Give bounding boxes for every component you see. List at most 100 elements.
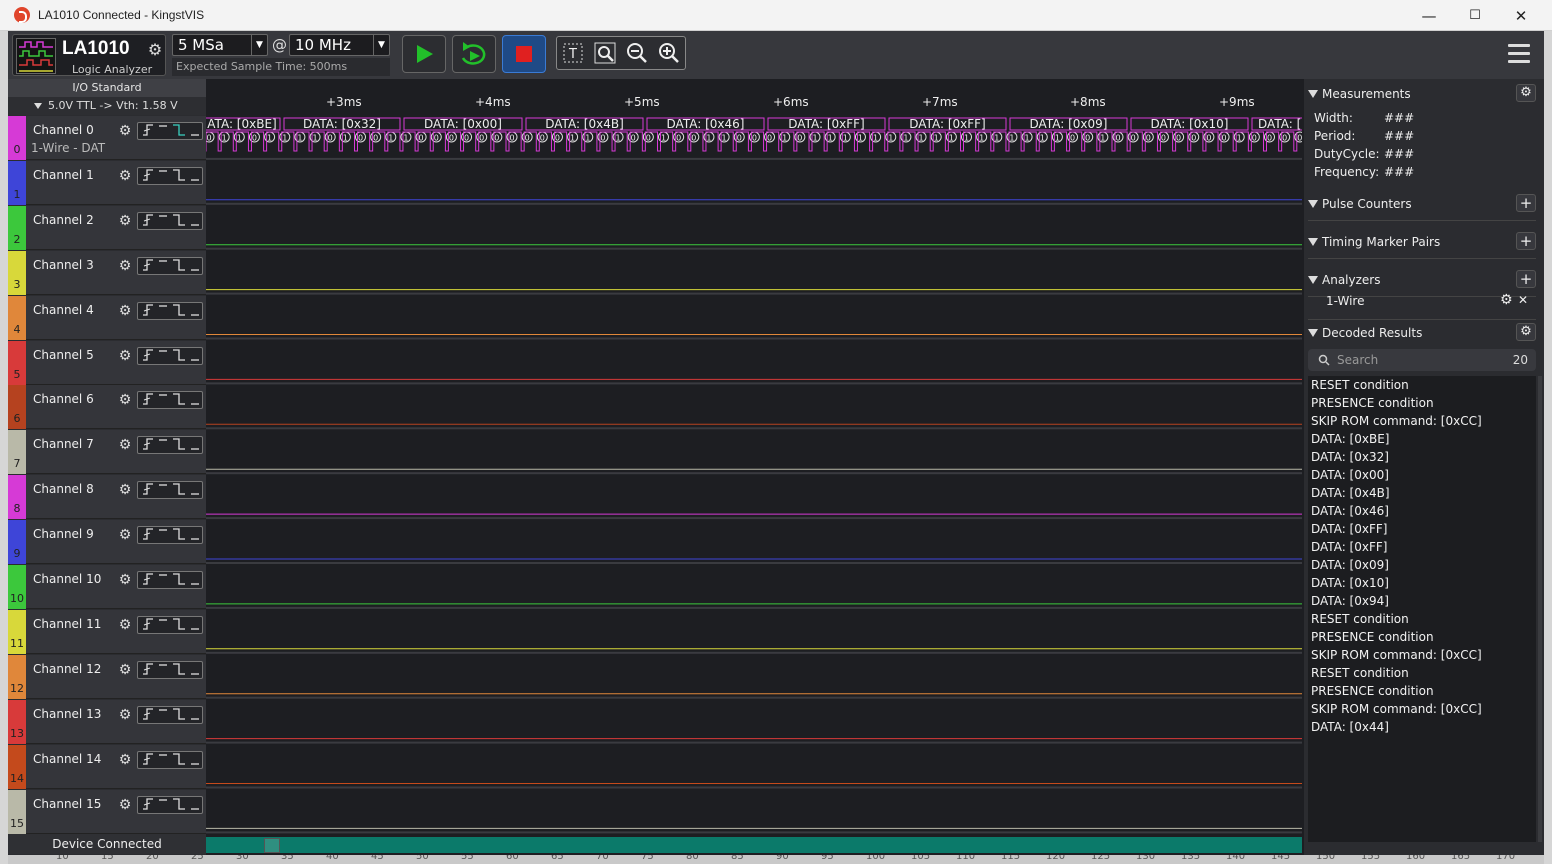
collapse-icon[interactable]: [1308, 238, 1318, 246]
decoded-result-item[interactable]: DATA: [0xFF]: [1311, 540, 1387, 554]
results-scrollbar[interactable]: [1538, 376, 1542, 842]
channel-name[interactable]: Channel 12: [33, 662, 101, 676]
sample-rate-select[interactable]: 10 MHz ▼: [289, 34, 390, 56]
trigger-select[interactable]: [137, 526, 203, 545]
channel-gear-icon[interactable]: ⚙: [116, 571, 134, 589]
channel-gear-icon[interactable]: ⚙: [116, 122, 134, 140]
channel-gear-icon[interactable]: ⚙: [116, 391, 134, 409]
channel-row[interactable]: 5 Channel 5 ⚙: [8, 340, 206, 385]
sample-depth-select[interactable]: 5 MSa ▼: [172, 34, 268, 56]
channel-name[interactable]: Channel 3: [33, 258, 94, 272]
channel-name[interactable]: Channel 5: [33, 348, 94, 362]
menu-icon[interactable]: [1508, 44, 1530, 66]
channel-row[interactable]: 10 Channel 10 ⚙: [8, 565, 206, 609]
trigger-select[interactable]: [137, 166, 203, 185]
vth-setting[interactable]: 5.0V TTL -> Vth: 1.58 V: [8, 97, 206, 115]
decoded-result-item[interactable]: DATA: [0xFF]: [1311, 522, 1387, 536]
pulse-counters-title[interactable]: Pulse Counters: [1322, 197, 1412, 211]
channel-name[interactable]: Channel 7: [33, 437, 94, 451]
device-gear-icon[interactable]: ⚙: [146, 41, 164, 59]
decoded-result-item[interactable]: PRESENCE condition: [1311, 630, 1434, 644]
close-button[interactable]: ✕: [1498, 0, 1544, 31]
timeline-scrollbar[interactable]: [206, 835, 1302, 855]
add-pulse-counter-button[interactable]: +: [1516, 194, 1536, 212]
decoded-result-item[interactable]: RESET condition: [1311, 378, 1409, 392]
channel-gear-icon[interactable]: ⚙: [116, 526, 134, 544]
decoded-result-item[interactable]: DATA: [0x46]: [1311, 504, 1389, 518]
scrollbar-thumb[interactable]: [264, 838, 280, 853]
decoded-results-gear-icon[interactable]: ⚙: [1516, 323, 1536, 341]
measurements-gear-icon[interactable]: ⚙: [1516, 84, 1536, 102]
channel-name[interactable]: Channel 8: [33, 482, 94, 496]
decoded-result-item[interactable]: DATA: [0x32]: [1311, 450, 1389, 464]
decoded-results-list[interactable]: RESET condition PRESENCE condition SKIP RO…: [1308, 376, 1536, 842]
trigger-select[interactable]: [137, 795, 203, 814]
channel-row[interactable]: 1 Channel 1 ⚙: [8, 160, 206, 205]
collapse-icon[interactable]: [1308, 90, 1318, 98]
decoded-result-item[interactable]: PRESENCE condition: [1311, 396, 1434, 410]
channel-name[interactable]: Channel 15: [33, 797, 101, 811]
analyzer-close-icon[interactable]: ✕: [1518, 293, 1528, 307]
collapse-icon[interactable]: [1308, 200, 1318, 208]
trigger-select[interactable]: [137, 481, 203, 500]
channel-name[interactable]: Channel 0: [33, 123, 94, 137]
measurements-title[interactable]: Measurements: [1322, 87, 1411, 101]
analyzer-gear-icon[interactable]: ⚙: [1500, 292, 1513, 308]
channel-gear-icon[interactable]: ⚙: [116, 751, 134, 769]
decoded-result-item[interactable]: DATA: [0x44]: [1311, 720, 1389, 734]
minimize-button[interactable]: —: [1406, 0, 1452, 31]
trigger-select[interactable]: [137, 256, 203, 275]
decoded-result-item[interactable]: DATA: [0x09]: [1311, 558, 1389, 572]
trigger-select[interactable]: [137, 211, 203, 230]
trigger-select[interactable]: [137, 301, 203, 320]
channel-row[interactable]: 14 Channel 14 ⚙: [8, 744, 206, 789]
trigger-select[interactable]: [137, 346, 203, 365]
channel-gear-icon[interactable]: ⚙: [116, 661, 134, 679]
repeat-start-button[interactable]: [452, 35, 496, 73]
channel-name[interactable]: Channel 1: [33, 168, 94, 182]
channel-row[interactable]: 13 Channel 13 ⚙: [8, 699, 206, 744]
channel-name[interactable]: Channel 9: [33, 527, 94, 541]
trigger-select[interactable]: [137, 615, 203, 634]
channel-gear-icon[interactable]: ⚙: [116, 481, 134, 499]
channel-row[interactable]: 7 Channel 7 ⚙: [8, 430, 206, 475]
device-box[interactable]: LA1010 Logic Analyzer ⚙: [12, 34, 166, 76]
channel-row[interactable]: 0 Channel 0 1-Wire - DAT ⚙: [8, 116, 206, 160]
analyzer-item[interactable]: 1-Wire ⚙ ✕: [1304, 292, 1540, 312]
channel-name[interactable]: Channel 6: [33, 392, 94, 406]
channel-gear-icon[interactable]: ⚙: [116, 706, 134, 724]
text-tool-icon[interactable]: T: [561, 42, 585, 66]
results-search-input[interactable]: Search 20: [1308, 349, 1536, 371]
channel-row[interactable]: 12 Channel 12 ⚙: [8, 654, 206, 699]
trigger-select[interactable]: [137, 750, 203, 769]
trigger-select[interactable]: [137, 436, 203, 455]
decoded-result-item[interactable]: DATA: [0x10]: [1311, 576, 1389, 590]
trigger-select[interactable]: [137, 391, 203, 410]
decoded-result-item[interactable]: SKIP ROM command: [0xCC]: [1311, 414, 1482, 428]
collapse-icon[interactable]: [1308, 276, 1318, 284]
channel-row[interactable]: 8 Channel 8 ⚙: [8, 475, 206, 520]
zoom-fit-icon[interactable]: [593, 42, 617, 66]
trigger-select[interactable]: [137, 122, 203, 140]
trigger-select[interactable]: [137, 571, 203, 589]
decoded-result-item[interactable]: DATA: [0x00]: [1311, 468, 1389, 482]
decoded-result-item[interactable]: SKIP ROM command: [0xCC]: [1311, 648, 1482, 662]
channel-row[interactable]: 4 Channel 4 ⚙: [8, 295, 206, 340]
channel-gear-icon[interactable]: ⚙: [116, 302, 134, 320]
timing-marker-title[interactable]: Timing Marker Pairs: [1322, 235, 1440, 249]
zoom-out-icon[interactable]: [625, 42, 649, 66]
channel-row[interactable]: 6 Channel 6 ⚙: [8, 385, 206, 430]
channel-gear-icon[interactable]: ⚙: [116, 167, 134, 185]
trigger-select[interactable]: [137, 660, 203, 679]
decoded-result-item[interactable]: RESET condition: [1311, 666, 1409, 680]
channel-gear-icon[interactable]: ⚙: [116, 616, 134, 634]
channel-gear-icon[interactable]: ⚙: [116, 257, 134, 275]
analyzers-title[interactable]: Analyzers: [1322, 273, 1380, 287]
decoded-result-item[interactable]: DATA: [0x4B]: [1311, 486, 1390, 500]
trigger-select[interactable]: [137, 705, 203, 724]
add-analyzer-button[interactable]: +: [1516, 270, 1536, 288]
decoded-result-item[interactable]: PRESENCE condition: [1311, 684, 1434, 698]
channel-gear-icon[interactable]: ⚙: [116, 436, 134, 454]
collapse-icon[interactable]: [1308, 329, 1318, 337]
decoded-result-item[interactable]: DATA: [0x94]: [1311, 594, 1389, 608]
